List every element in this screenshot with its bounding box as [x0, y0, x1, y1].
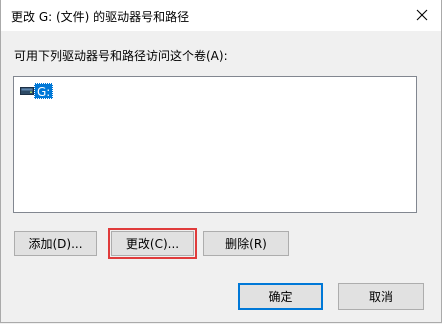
- drive-path-listbox[interactable]: G:: [13, 76, 417, 213]
- remove-button[interactable]: 删除(R): [203, 231, 289, 256]
- list-item[interactable]: G:: [20, 83, 54, 99]
- change-drive-letter-dialog: 更改 G: (文件) 的驱动器号和路径 可用下列驱动器号和路径访问这个卷(A):…: [0, 0, 442, 323]
- add-button[interactable]: 添加(D)...: [14, 231, 97, 256]
- list-item-label: G:: [34, 83, 54, 99]
- ok-button[interactable]: 确定: [238, 283, 323, 310]
- window-title: 更改 G: (文件) 的驱动器号和路径: [11, 10, 190, 24]
- close-icon: [416, 9, 428, 21]
- cancel-button[interactable]: 取消: [338, 283, 424, 310]
- change-button[interactable]: 更改(C)...: [111, 231, 194, 256]
- close-button[interactable]: [409, 4, 435, 26]
- title-bar[interactable]: 更改 G: (文件) 的驱动器号和路径: [1, 0, 441, 31]
- drive-icon: [20, 83, 34, 99]
- instruction-label: 可用下列驱动器号和路径访问这个卷(A):: [14, 49, 228, 63]
